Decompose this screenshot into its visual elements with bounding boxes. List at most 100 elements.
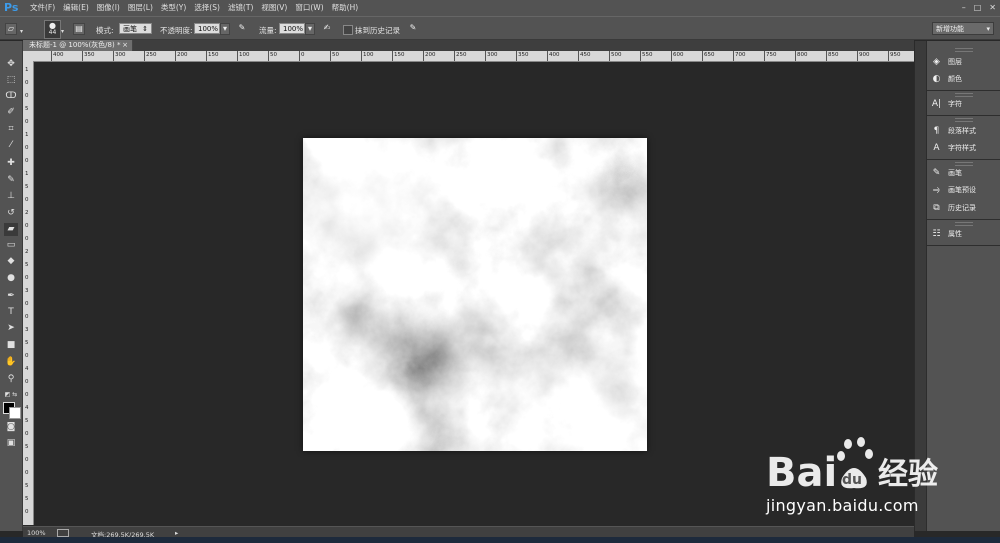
panel-character-styles[interactable]: A 字符样式 xyxy=(931,143,976,153)
ruler-tick-mark xyxy=(516,51,517,61)
menu-select[interactable]: 选择(S) xyxy=(194,2,220,13)
panel-label: 历史记录 xyxy=(948,204,976,212)
eraser-preset-icon[interactable]: ▱ xyxy=(5,23,17,35)
ruler-tick-label: 0 xyxy=(25,509,29,515)
chevron-down-icon[interactable]: ▾ xyxy=(20,28,23,35)
panel-brush[interactable]: ✎ 画笔 xyxy=(931,168,962,178)
brush-panel-toggle-icon[interactable]: ▤ xyxy=(73,23,85,35)
pressure-opacity-icon[interactable]: ✎ xyxy=(236,23,248,35)
gradient-tool-icon[interactable]: ▭ xyxy=(4,239,18,252)
lasso-tool-icon[interactable]: ↀ xyxy=(4,90,18,103)
panel-divider xyxy=(927,159,1000,160)
zoom-tool-icon[interactable]: ⚲ xyxy=(4,373,18,386)
ruler-tick-label: 5 xyxy=(25,444,29,450)
ruler-tick-label: 2 xyxy=(25,249,29,255)
ruler-tick-label: 5 xyxy=(25,483,29,489)
path-select-tool-icon[interactable]: ➤ xyxy=(4,322,18,335)
panel-label: 字符 xyxy=(948,100,962,108)
ruler-tick-mark xyxy=(423,51,424,61)
quick-select-tool-icon[interactable]: ✐ xyxy=(4,106,18,119)
menu-help[interactable]: 帮助(H) xyxy=(332,2,359,13)
tab-close-icon[interactable]: × xyxy=(122,40,128,51)
panel-history[interactable]: ⧉ 历史记录 xyxy=(931,203,976,213)
eyedropper-tool-icon[interactable]: ⁄ xyxy=(4,139,18,152)
document-canvas[interactable] xyxy=(303,138,647,451)
flow-input[interactable]: 100% xyxy=(279,23,305,34)
panel-grip[interactable] xyxy=(955,118,973,122)
clone-stamp-tool-icon[interactable]: ⊥ xyxy=(4,190,18,203)
crop-tool-icon[interactable]: ⌗ xyxy=(4,123,18,136)
zoom-level[interactable]: 100% xyxy=(27,529,46,537)
photoshop-logo: Ps xyxy=(4,1,19,14)
ruler-tick-mark xyxy=(268,51,269,61)
ruler-tick-label: 400 xyxy=(549,52,560,58)
dodge-tool-icon[interactable]: ● xyxy=(4,272,18,285)
panel-divider xyxy=(927,90,1000,91)
eraser-tool-icon[interactable]: ▰ xyxy=(4,223,18,236)
quick-mask-icon[interactable]: ◙ xyxy=(4,421,18,434)
marquee-tool-icon[interactable]: ⬚ xyxy=(4,74,18,87)
brush-size-picker[interactable]: ● 44 xyxy=(44,20,61,39)
history-icon: ⧉ xyxy=(933,203,940,213)
color-icon: ◐ xyxy=(932,74,941,84)
panel-grip[interactable] xyxy=(955,48,973,52)
status-menu-arrow-icon[interactable]: ▸ xyxy=(175,529,178,537)
ruler-tick-mark xyxy=(144,51,145,61)
panel-label: 画笔 xyxy=(948,169,962,177)
blur-tool-icon[interactable]: ◆ xyxy=(4,255,18,268)
ruler-tick-label: 0 xyxy=(25,392,29,398)
ruler-tick-mark xyxy=(113,51,114,61)
ruler-tick-label: 200 xyxy=(425,52,436,58)
screen-mode-icon[interactable]: ▣ xyxy=(4,437,18,450)
panel-grip[interactable] xyxy=(955,222,973,226)
brush-tool-icon[interactable]: ✎ xyxy=(4,174,18,187)
document-tab[interactable]: 未标题-1 @ 100%(灰色/8) * × xyxy=(23,40,133,51)
minimize-icon[interactable]: – xyxy=(962,3,966,12)
menu-edit[interactable]: 编辑(E) xyxy=(63,2,89,13)
chevron-down-icon[interactable]: ▾ xyxy=(61,28,64,35)
pen-tool-icon[interactable]: ✒ xyxy=(4,290,18,303)
panel-grip[interactable] xyxy=(955,93,973,97)
maximize-icon[interactable]: □ xyxy=(974,3,982,12)
panel-character[interactable]: A| 字符 xyxy=(931,99,962,109)
pressure-size-icon[interactable]: ✎ xyxy=(407,23,419,35)
menu-type[interactable]: 类型(Y) xyxy=(161,2,186,13)
airbrush-icon[interactable]: ✍ xyxy=(321,23,333,35)
move-tool-icon[interactable]: ✥ xyxy=(4,58,18,71)
menu-filter[interactable]: 滤镜(T) xyxy=(228,2,253,13)
opacity-dropdown-icon[interactable]: ▾ xyxy=(220,23,230,35)
menu-image[interactable]: 图像(I) xyxy=(97,2,120,13)
rectangle-tool-icon[interactable]: ■ xyxy=(4,339,18,352)
background-color-swatch[interactable] xyxy=(9,407,21,419)
panel-grip[interactable] xyxy=(955,162,973,166)
panel-brush-presets[interactable]: ⥤ 画笔预设 xyxy=(931,185,976,195)
panel-paragraph-styles[interactable]: ¶ 段落样式 xyxy=(931,126,976,136)
panel-layers[interactable]: ◈ 图层 xyxy=(931,57,962,67)
ruler-tick-label: 50 xyxy=(332,52,339,58)
opacity-input[interactable]: 100% xyxy=(194,23,220,34)
menu-layer[interactable]: 图层(L) xyxy=(128,2,153,13)
menu-view[interactable]: 视图(V) xyxy=(261,2,287,13)
workspace-value: 新增功能 xyxy=(936,25,964,33)
panel-properties[interactable]: ☷ 属性 xyxy=(931,229,962,239)
menu-file[interactable]: 文件(F) xyxy=(30,2,55,13)
workspace-switcher[interactable]: 新增功能 ▾ xyxy=(932,22,994,35)
mode-select[interactable]: 画笔 ⇕ xyxy=(119,23,152,34)
menu-window[interactable]: 窗口(W) xyxy=(295,2,323,13)
character-icon: A| xyxy=(931,99,942,109)
ruler-tick-mark xyxy=(237,51,238,61)
ruler-tick-label: 0 xyxy=(301,52,305,58)
hand-tool-icon[interactable]: ✋ xyxy=(4,356,18,369)
panel-label: 图层 xyxy=(948,58,962,66)
ruler-tick-mark xyxy=(671,51,672,61)
spot-healing-tool-icon[interactable]: ✚ xyxy=(4,157,18,170)
type-tool-icon[interactable]: T xyxy=(4,306,18,319)
default-colors-icon[interactable]: ◩ ⇆ xyxy=(4,388,18,401)
history-brush-tool-icon[interactable]: ↺ xyxy=(4,207,18,220)
ruler-tick-label: 850 xyxy=(828,52,839,58)
panel-color[interactable]: ◐ 颜色 xyxy=(931,74,962,84)
erase-history-checkbox[interactable] xyxy=(343,25,353,35)
flow-dropdown-icon[interactable]: ▾ xyxy=(305,23,315,35)
close-icon[interactable]: ✕ xyxy=(989,3,996,12)
status-preview-icon[interactable] xyxy=(57,529,69,537)
